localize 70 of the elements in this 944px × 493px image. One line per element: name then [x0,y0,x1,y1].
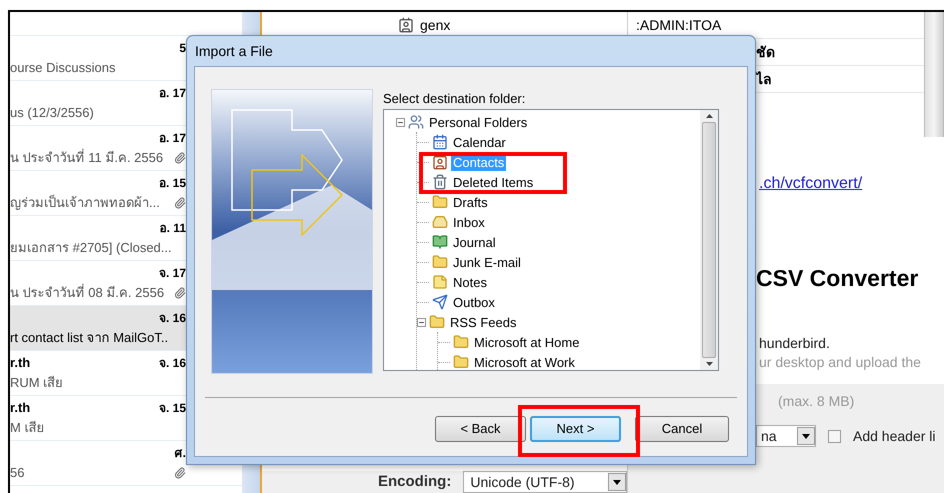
list-cell-text: ไล [755,70,772,88]
folder-item[interactable]: Notes [451,274,489,290]
folder-icon [453,354,469,370]
inbox-icon [432,214,448,230]
body-text: hunderbird. [759,334,831,352]
folder-item[interactable]: Drafts [451,194,490,210]
date-text: อ. 17 [158,85,186,102]
date-text: 5 [179,40,186,57]
folder-item[interactable]: Deleted Items [451,174,536,190]
subject-text: น ประจำวันที่ 11 มี.ค. 2556 [10,148,164,168]
outbox-icon [432,294,448,310]
folder-item[interactable]: Inbox [451,214,487,230]
folder-item[interactable]: Personal Folders [427,114,530,130]
subject-text: ญร่วมเป็นเจ้าภาพทอดผ้า... [10,194,160,212]
subject-text: rt contact list จาก MailGoT.. [10,329,168,348]
sender-name: r.th [10,399,30,418]
folder-item[interactable]: Microsoft at Home [472,334,582,350]
subject-text: 56 [10,464,24,482]
page-heading: CSV Converter [756,265,918,291]
folder-item[interactable]: Journal [451,234,498,250]
date-text: จ. 16 [158,310,186,327]
date-text: ศ. [174,445,186,462]
dialog-button[interactable]: Next > [530,416,621,442]
dialog-button[interactable]: < Back [435,416,526,442]
book-icon [432,234,448,250]
subject-text: us (12/3/2556) [10,104,94,122]
list-cell-text: :ADMIN:ITOA [636,16,722,34]
folder-icon [432,194,448,210]
list-cell-text: ชัด [755,42,775,62]
folder-label[interactable]: genx [420,14,450,36]
folder-icon [429,314,445,330]
encoding-label: Encoding: [378,472,452,492]
folder-item[interactable]: Calendar [451,134,508,150]
size-hint: (max. 8 MB) [778,392,854,411]
scroll-up-arrow-icon[interactable] [706,114,712,118]
link[interactable]: .ch/vcfconvert/ [759,175,862,192]
header-checkbox[interactable] [828,430,841,442]
folder-icon [453,334,469,350]
subject-text: ourse Discussions [10,59,116,78]
subject-text: น ประจำวันที่ 08 มี.ค. 2556 [10,283,164,302]
scroll-down-arrow-icon[interactable] [706,362,712,366]
dialog-button[interactable]: Cancel [635,416,729,442]
checkbox-label: Add header li [853,426,936,446]
date-text: อ. 15 [158,175,186,192]
date-text: อ. 11 [160,220,186,237]
date-text: จ. 15 [158,400,186,417]
subject-text: ยมเอกสาร #2705] (Closed... [10,239,172,258]
encoding-select[interactable]: Unicode (UTF-8) [463,471,627,493]
date-text: จ. 16 [158,355,186,372]
note-icon [432,274,448,290]
collapse-toggle[interactable] [396,118,405,126]
contact-card-icon [432,154,448,170]
collapse-toggle[interactable] [417,318,426,326]
folder-item[interactable]: Microsoft at Work [472,354,577,370]
calendar-icon [432,134,448,150]
sender-name: r.th [10,354,30,372]
trash-icon [432,174,448,190]
subject-text: M เสีย [10,419,44,438]
date-text: อ. 17 [158,130,186,147]
body-text: ur desktop and upload the [759,352,922,372]
date-text: จ. 17 [158,265,186,282]
subject-text: RUM เสีย [10,374,64,392]
folder-item[interactable]: Junk E-mail [451,254,523,270]
folder-item[interactable]: RSS Feeds [448,314,518,330]
contact-card-icon [398,17,414,33]
delimiter-select[interactable]: na [756,425,816,447]
scrollbar-thumb[interactable] [702,122,716,358]
folder-icon [432,254,448,270]
prompt-label: Select destination folder: [383,90,526,108]
folder-item[interactable]: Outbox [451,294,497,310]
